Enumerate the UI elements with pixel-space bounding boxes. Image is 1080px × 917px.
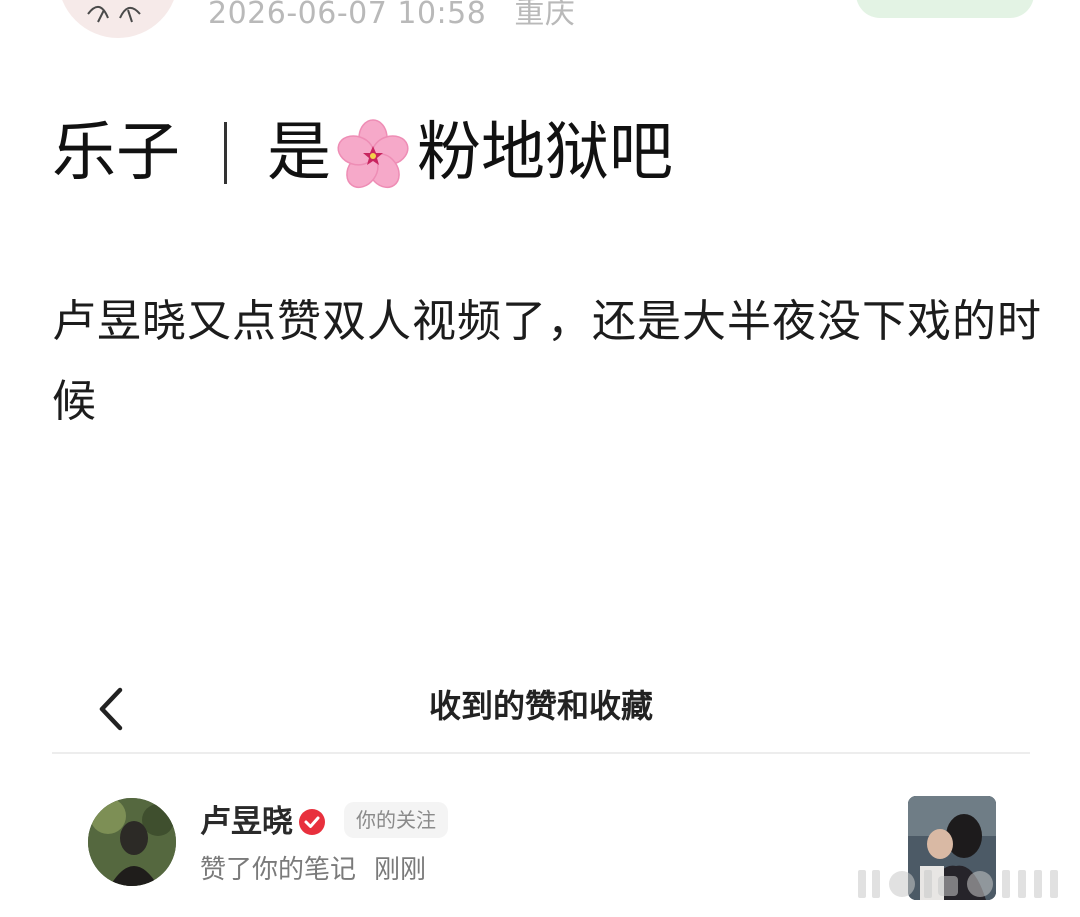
following-tag: 你的关注 — [344, 802, 448, 838]
post-meta: 2026-06-07 10:58 重庆 — [208, 0, 575, 32]
user-name[interactable]: 卢昱晓 — [200, 802, 293, 842]
author-avatar[interactable] — [58, 0, 178, 38]
avatar-photo — [88, 798, 176, 886]
embedded-page-title: 收到的赞和收藏 — [428, 687, 653, 725]
embedded-nav-bar: 收到的赞和收藏 — [52, 668, 1030, 754]
title-part-1: 乐子 — [52, 116, 180, 190]
avatar-sketch-icon — [87, 6, 141, 23]
user-avatar[interactable] — [88, 798, 176, 886]
notification-time: 刚刚 — [374, 855, 427, 885]
notification-action: 赞了你的笔记 — [200, 855, 357, 885]
post-location: 重庆 — [514, 0, 576, 31]
watermark-icon — [858, 870, 1058, 898]
post-body-text: 卢昱晓又点赞双人视频了，还是大半夜没下戏的时候 — [52, 296, 1042, 427]
post-date: 2026-06-07 10:58 — [208, 0, 487, 31]
verified-badge-icon — [299, 809, 325, 835]
title-part-2: 是 — [267, 116, 331, 190]
notification-text: 赞了你的笔记 刚刚 — [200, 852, 426, 888]
follow-button[interactable] — [856, 0, 1034, 18]
title-divider — [224, 122, 227, 184]
post-title: 乐子 是 粉地狱吧 — [52, 110, 673, 196]
title-part-3: 粉地狱吧 — [417, 116, 673, 190]
cherry-blossom-icon — [333, 115, 413, 195]
